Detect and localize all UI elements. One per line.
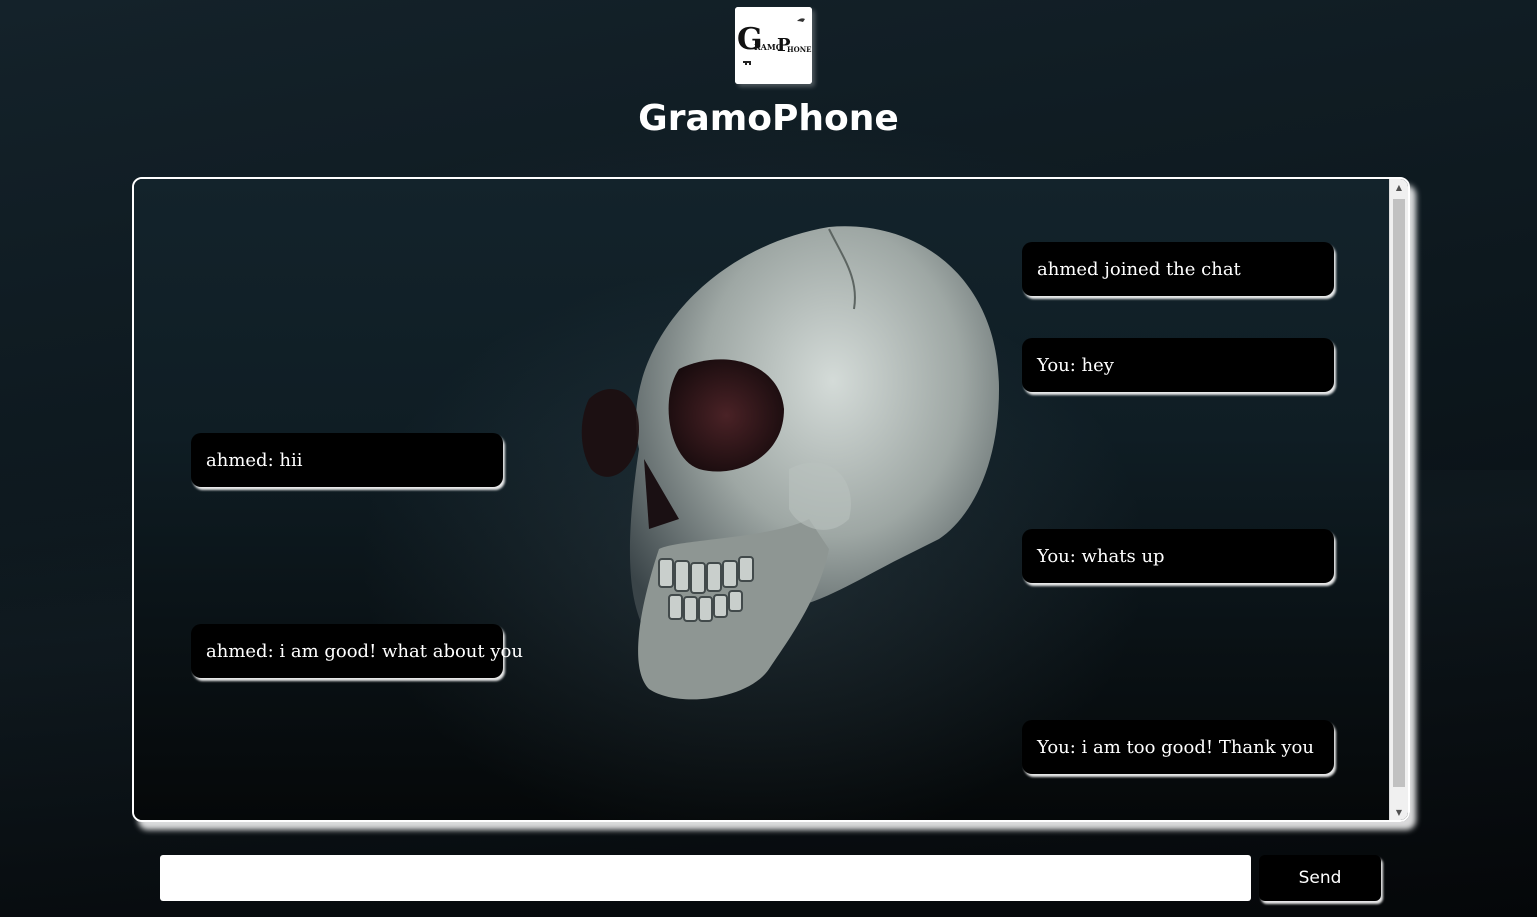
send-button[interactable]: Send	[1259, 855, 1381, 901]
app-title: GramoPhone	[638, 98, 899, 139]
chat-message: You: whats up	[1022, 529, 1334, 583]
scroll-up-arrow-icon[interactable]: ▲	[1390, 179, 1408, 195]
message-text: ahmed joined the chat	[1037, 258, 1241, 280]
skull-image	[581, 226, 999, 700]
chat-message: You: hey	[1022, 338, 1334, 392]
scroll-down-arrow-icon[interactable]: ▼	[1390, 804, 1408, 820]
chat-message: ahmed: i am good! what about you	[191, 624, 523, 678]
scrollbar-thumb[interactable]	[1393, 199, 1405, 787]
message-text: You: hey	[1037, 354, 1114, 376]
message-input[interactable]	[160, 855, 1251, 901]
message-text: You: i am too good! Thank you	[1037, 736, 1314, 758]
chat-message: ahmed joined the chat	[1022, 242, 1334, 296]
message-text: ahmed: hii	[206, 449, 303, 471]
chat-scrollbar[interactable]: ▲ ▼	[1389, 179, 1408, 820]
app-logo: G RAMO P HONE	[735, 7, 812, 84]
chat-message: You: i am too good! Thank you	[1022, 720, 1334, 774]
chat-window[interactable]: ahmed joined the chat You: hey ahmed: hi…	[132, 177, 1410, 822]
gramophone-logo-icon: G RAMO P HONE	[735, 7, 812, 84]
message-text: ahmed: i am good! what about you	[206, 640, 523, 662]
logo-text-hone: HONE	[787, 45, 811, 54]
message-text: You: whats up	[1037, 545, 1165, 567]
chat-message: ahmed: hii	[191, 433, 503, 487]
